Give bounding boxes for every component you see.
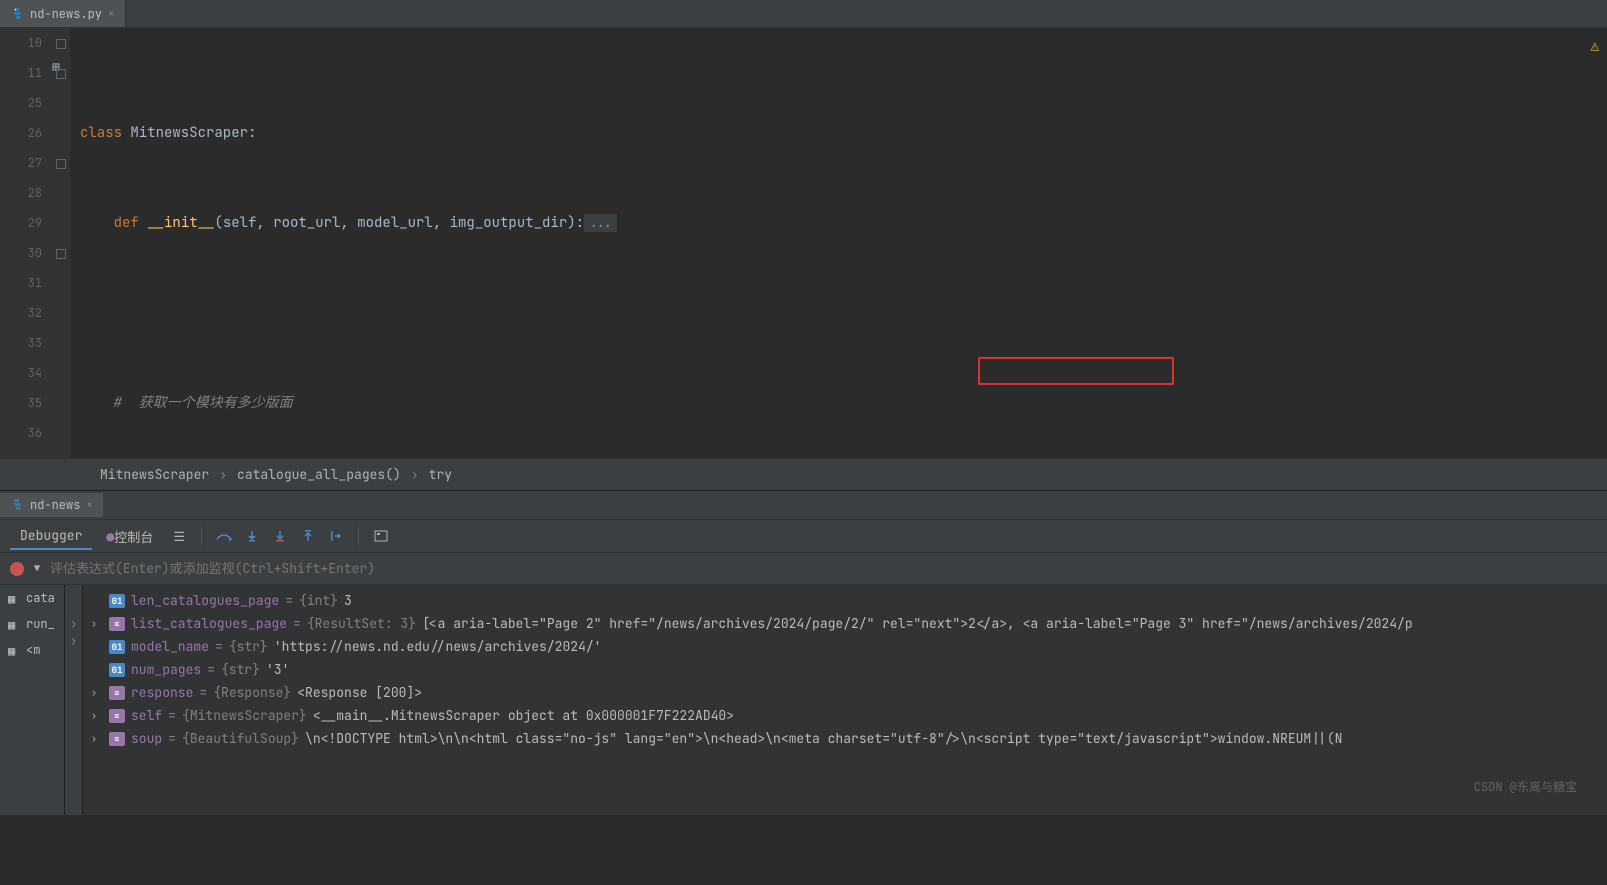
editor-tab-bar: nd-news.py ×: [0, 0, 1607, 28]
console-tab[interactable]: ●控制台: [96, 523, 163, 550]
watermark: CSDN @东离与糖宝: [1474, 778, 1577, 795]
debug-run-tab[interactable]: nd-news ×: [0, 493, 103, 517]
stop-button[interactable]: [10, 562, 24, 576]
variable-row[interactable]: ›≡list_catalogues_page = {ResultSet: 3} …: [83, 612, 1607, 635]
debug-tab-bar: nd-news ×: [0, 491, 1607, 519]
step-over-icon[interactable]: [212, 524, 236, 548]
fold-marker[interactable]: ⊞: [52, 58, 70, 88]
run-to-cursor-icon[interactable]: [324, 524, 348, 548]
fold-marker[interactable]: [52, 148, 70, 178]
variable-row[interactable]: 01len_catalogues_page = {int} 3: [83, 589, 1607, 612]
python-icon: [10, 7, 24, 21]
variable-row[interactable]: ›≡soup = {BeautifulSoup} \n<!DOCTYPE htm…: [83, 727, 1607, 750]
debug-toolbar: Debugger ●控制台 ☰: [0, 519, 1607, 553]
close-icon[interactable]: ×: [108, 7, 115, 21]
python-icon: [10, 498, 24, 512]
variable-row[interactable]: 01num_pages = {str} '3': [83, 658, 1607, 681]
force-step-into-icon[interactable]: [268, 524, 292, 548]
code-content[interactable]: class MitnewsScraper: def __init__(self,…: [70, 28, 1607, 458]
frame-item[interactable]: ▦run_: [0, 611, 64, 637]
breadcrumb-item[interactable]: try: [429, 466, 452, 483]
line-gutter: 10 11 25 26 27 28 29 30 31 32 33 34 35 3…: [0, 28, 52, 458]
frames-panel: ▦cata ▦run_ ▦<m: [0, 585, 65, 815]
tab-filename: nd-news.py: [30, 6, 102, 22]
fold-marker[interactable]: [52, 238, 70, 268]
frame-item[interactable]: ▦cata: [0, 585, 64, 611]
debug-panel: nd-news × Debugger ●控制台 ☰ ▼ ▦cata ▦run_ …: [0, 490, 1607, 815]
evaluate-input[interactable]: [50, 560, 1607, 577]
code-editor: ⚠ 10 11 25 26 27 28 29 30 31 32 33 34 35…: [0, 28, 1607, 458]
layout-icon[interactable]: ☰: [167, 524, 191, 548]
step-into-icon[interactable]: [240, 524, 264, 548]
frame-item[interactable]: ▦<m: [0, 637, 64, 663]
fold-column: ⊞: [52, 28, 70, 458]
step-out-icon[interactable]: [296, 524, 320, 548]
breadcrumb: MitnewsScraper › catalogue_all_pages() ›…: [0, 458, 1607, 490]
variable-row[interactable]: ›≡response = {Response} <Response [200]>: [83, 681, 1607, 704]
fold-marker[interactable]: [52, 28, 70, 58]
close-icon[interactable]: ×: [86, 498, 93, 512]
breadcrumb-item[interactable]: catalogue_all_pages(): [237, 466, 401, 483]
breadcrumb-item[interactable]: MitnewsScraper: [100, 466, 209, 483]
chevron-right-icon: ›: [411, 466, 419, 483]
chevron-down-icon[interactable]: ▼: [34, 562, 40, 575]
highlight-annotation: [978, 357, 1174, 385]
chevron-right-icon: ›: [219, 466, 227, 483]
debugger-tab[interactable]: Debugger: [10, 523, 92, 550]
evaluate-icon[interactable]: [369, 524, 393, 548]
file-tab[interactable]: nd-news.py ×: [0, 0, 126, 27]
eval-bar: ▼: [0, 553, 1607, 585]
variable-row[interactable]: 01model_name = {str} 'https://news.nd.ed…: [83, 635, 1607, 658]
variables-panel: 01len_catalogues_page = {int} 3 ›≡list_c…: [83, 585, 1607, 815]
variable-row[interactable]: ›≡self = {MitnewsScraper} <__main__.Mitn…: [83, 704, 1607, 727]
